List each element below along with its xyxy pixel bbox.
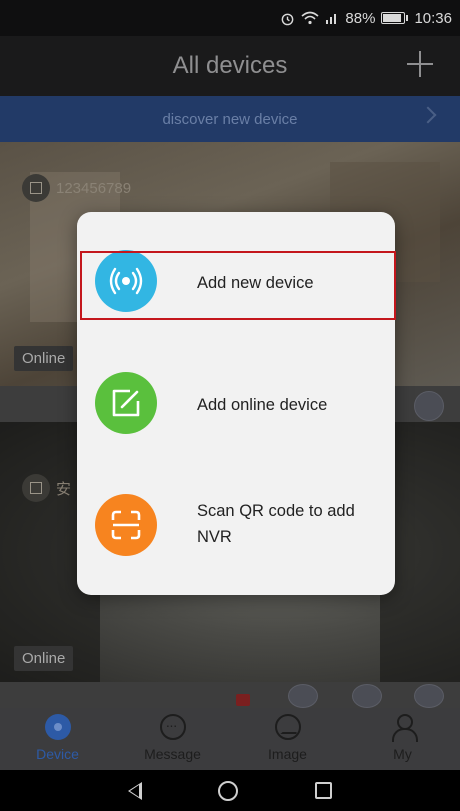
system-nav-bar bbox=[0, 770, 460, 811]
menu-item-label: Add online device bbox=[197, 396, 328, 414]
battery-icon bbox=[381, 12, 406, 24]
menu-item-label: Scan QR code to add NVR bbox=[197, 502, 355, 546]
battery-percent: 88% bbox=[345, 9, 376, 27]
home-icon[interactable] bbox=[218, 780, 239, 801]
alarm-icon bbox=[280, 11, 295, 26]
signal-icon bbox=[325, 11, 339, 25]
back-icon[interactable] bbox=[128, 781, 143, 800]
scan-icon bbox=[95, 494, 157, 556]
recents-icon[interactable] bbox=[314, 782, 332, 799]
clock: 10:36 bbox=[414, 9, 452, 27]
selection-highlight bbox=[80, 251, 396, 320]
menu-item-add-online-device[interactable]: Add online device bbox=[77, 350, 395, 460]
wifi-icon bbox=[301, 11, 319, 25]
status-bar: 88% 10:36 bbox=[0, 0, 460, 36]
edit-icon bbox=[95, 372, 157, 434]
menu-item-scan-qr[interactable]: Scan QR code to add NVR bbox=[77, 472, 395, 582]
